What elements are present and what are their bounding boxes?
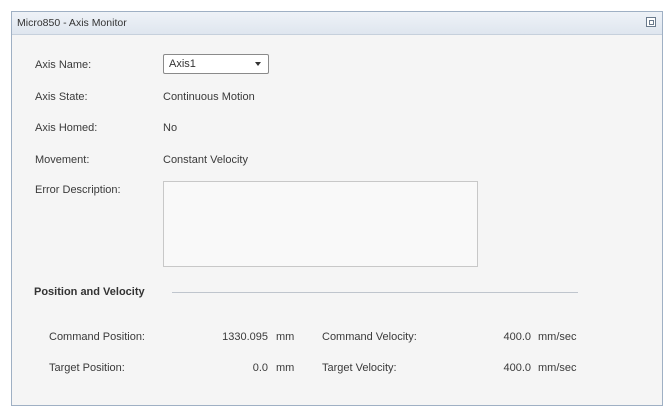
movement-value: Constant Velocity xyxy=(163,154,248,166)
title-bar[interactable]: Micro850 - Axis Monitor xyxy=(12,12,662,35)
error-description-label: Error Description: xyxy=(35,184,121,196)
position-velocity-section-title: Position and Velocity xyxy=(34,286,145,298)
axis-name-select[interactable]: Axis1 xyxy=(163,54,269,74)
movement-label: Movement: xyxy=(35,154,90,166)
chevron-down-icon xyxy=(255,62,261,66)
axis-homed-label: Axis Homed: xyxy=(35,122,98,134)
target-position-unit: mm xyxy=(276,362,295,374)
command-position-value: 1330.095 xyxy=(222,331,268,343)
axis-state-value: Continuous Motion xyxy=(163,91,255,103)
command-velocity-label: Command Velocity: xyxy=(322,331,417,343)
command-position-unit: mm xyxy=(276,331,295,343)
target-velocity-label: Target Velocity: xyxy=(322,362,397,374)
restore-window-icon[interactable] xyxy=(646,17,656,27)
axis-monitor-window: Micro850 - Axis Monitor Axis Name: Axis1… xyxy=(11,11,663,406)
command-velocity-value: 400.0 xyxy=(503,331,531,343)
error-description-box[interactable] xyxy=(163,181,478,267)
axis-homed-value: No xyxy=(163,122,178,134)
target-position-label: Target Position: xyxy=(49,362,125,374)
monitor-content: Axis Name: Axis1 Axis State: Continuous … xyxy=(12,35,662,405)
command-velocity-unit: mm/sec xyxy=(538,331,577,343)
axis-name-selected-value: Axis1 xyxy=(169,58,196,70)
target-velocity-value: 400.0 xyxy=(503,362,531,374)
axis-state-label: Axis State: xyxy=(35,91,88,103)
window-title: Micro850 - Axis Monitor xyxy=(17,17,127,29)
command-position-label: Command Position: xyxy=(49,331,145,343)
target-position-value: 0.0 xyxy=(252,362,268,374)
axis-name-label: Axis Name: xyxy=(35,59,92,71)
target-velocity-unit: mm/sec xyxy=(538,362,577,374)
section-divider xyxy=(172,292,578,293)
